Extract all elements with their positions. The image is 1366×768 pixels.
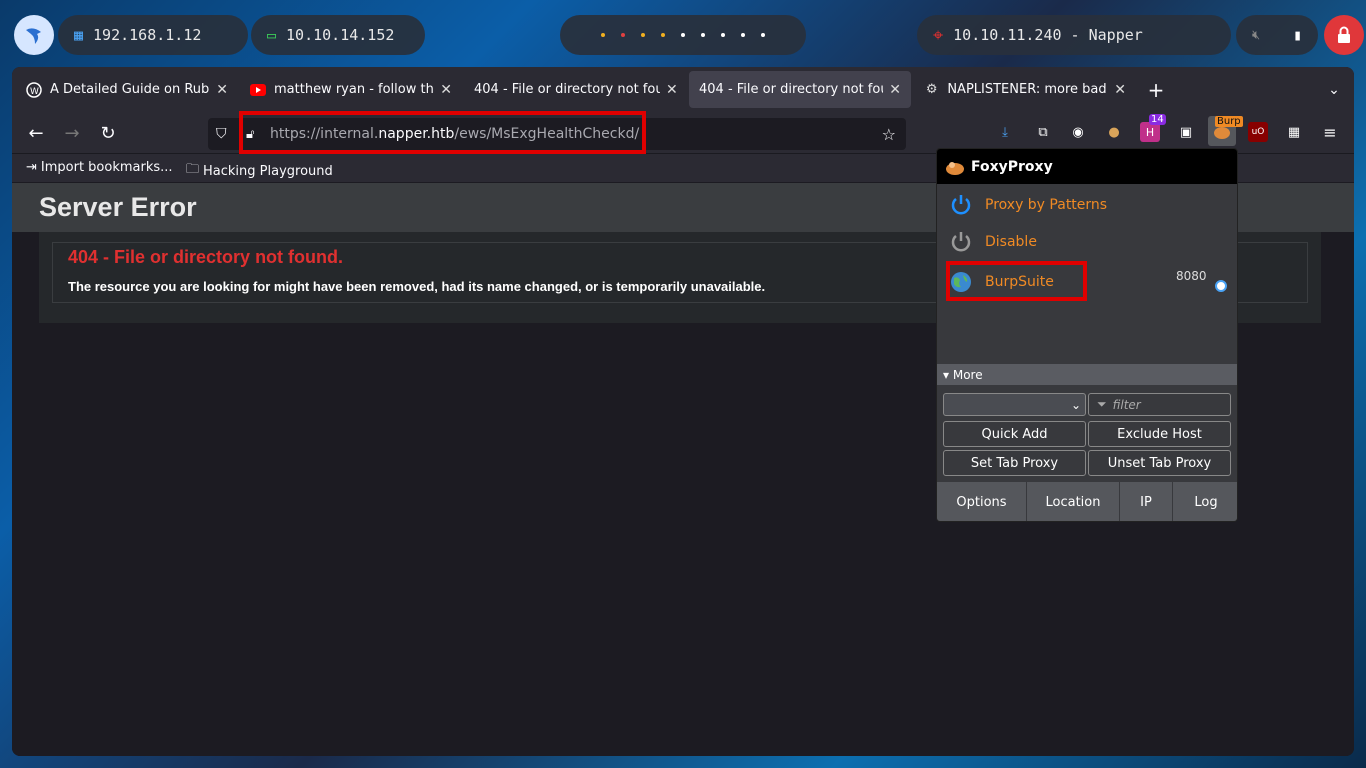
- cookie-icon[interactable]: ●: [1104, 122, 1124, 142]
- page-title: Server Error: [39, 192, 197, 222]
- burpsuite-radio[interactable]: [1215, 280, 1227, 292]
- tab-404-a[interactable]: 404 - File or directory not found. ✕: [464, 71, 688, 108]
- vpn-ip-widget[interactable]: ▭ 10.10.14.152: [251, 15, 425, 55]
- qr-code-icon[interactable]: ▦: [1284, 122, 1304, 142]
- downloads-icon[interactable]: ⤓: [995, 122, 1015, 142]
- exclude-host-button[interactable]: Exclude Host: [1088, 421, 1231, 447]
- popup-title: FoxyProxy: [971, 158, 1053, 175]
- laptop-icon: ▭: [267, 26, 277, 44]
- power-icon: [951, 232, 971, 252]
- tab-404-active[interactable]: 404 - File or directory not found. ✕: [689, 71, 911, 108]
- filter-icon: ⏷: [1097, 397, 1107, 411]
- list-tabs-chevron-icon[interactable]: ⌄: [1322, 78, 1346, 102]
- close-icon[interactable]: ✕: [216, 82, 228, 98]
- quick-add-button[interactable]: Quick Add: [943, 421, 1086, 447]
- vpn-ip-text: 10.10.14.152: [286, 26, 395, 44]
- tab-title: NAPLISTENER: more bad dreams: [947, 82, 1108, 97]
- mode-proxy-by-patterns[interactable]: Proxy by Patterns: [949, 193, 1107, 217]
- extension-badge: 14: [1149, 114, 1166, 125]
- wordpress-icon: W: [26, 81, 42, 98]
- tab-rubeus[interactable]: W A Detailed Guide on Rubeus ✕: [16, 71, 238, 108]
- target-widget[interactable]: ⌖ 10.10.11.240 - Napper: [917, 15, 1231, 55]
- workspace-dots: [601, 33, 765, 37]
- more-toggle[interactable]: ▾ More: [937, 364, 1237, 385]
- mask-extension-icon[interactable]: ◉: [1068, 122, 1088, 142]
- close-icon[interactable]: ✕: [889, 82, 901, 98]
- ip-button[interactable]: IP: [1120, 482, 1173, 521]
- network-icon: ▦: [74, 26, 84, 44]
- tab-title: A Detailed Guide on Rubeus: [50, 82, 210, 97]
- close-icon[interactable]: ✕: [440, 82, 452, 98]
- new-tab-button[interactable]: +: [1144, 78, 1168, 102]
- power-icon: [951, 195, 971, 215]
- burpsuite-highlight-box: [946, 261, 1087, 301]
- import-icon: ⇥: [26, 160, 37, 175]
- kali-logo-icon[interactable]: [14, 15, 54, 55]
- elastic-icon: ⚙: [925, 82, 938, 97]
- target-text: 10.10.11.240 - Napper: [953, 26, 1143, 44]
- bookmark-folder-hacking[interactable]: 🗀︎ Hacking Playground: [186, 160, 333, 182]
- mode-disable[interactable]: Disable: [949, 230, 1037, 254]
- unset-tab-proxy-button[interactable]: Unset Tab Proxy: [1088, 450, 1231, 476]
- options-button[interactable]: Options: [937, 482, 1027, 521]
- youtube-icon: [250, 82, 266, 98]
- location-button[interactable]: Location: [1027, 482, 1120, 521]
- import-bookmarks-link[interactable]: ⇥ Import bookmarks...: [26, 160, 173, 175]
- tab-title: 404 - File or directory not found.: [699, 82, 883, 97]
- set-tab-proxy-button[interactable]: Set Tab Proxy: [943, 450, 1086, 476]
- close-icon[interactable]: ✕: [1114, 82, 1126, 98]
- lock-icon[interactable]: [1324, 15, 1364, 55]
- local-ip-widget[interactable]: ▦ 192.168.1.12: [58, 15, 248, 55]
- desktop-topbar: ▦ 192.168.1.12 ▭ 10.10.14.152 ⌖ 10.10.11…: [0, 0, 1366, 70]
- back-button[interactable]: ←: [24, 121, 48, 145]
- filter-input[interactable]: ⏷ filter: [1088, 393, 1231, 416]
- foxyproxy-logo-icon: [946, 161, 964, 175]
- popup-header: FoxyProxy: [937, 149, 1237, 184]
- proxy-select[interactable]: ⌄: [943, 393, 1086, 416]
- tab-youtube[interactable]: matthew ryan - follow the lead ✕: [240, 71, 462, 108]
- menu-icon[interactable]: ≡: [1320, 122, 1340, 142]
- burp-badge: Burp: [1215, 116, 1243, 127]
- bookmark-star-icon[interactable]: ☆: [882, 125, 896, 144]
- extensions-icon[interactable]: ⧉: [1033, 122, 1053, 142]
- tab-naplistener[interactable]: ⚙ NAPLISTENER: more bad dreams ✕: [914, 71, 1136, 108]
- tab-title: 404 - File or directory not found.: [474, 82, 660, 97]
- forward-button[interactable]: →: [60, 121, 84, 145]
- hackbar-icon[interactable]: H: [1140, 122, 1160, 142]
- burpsuite-port: 8080: [1176, 269, 1207, 283]
- shield-icon[interactable]: ⛉: [216, 126, 227, 142]
- close-icon[interactable]: ✕: [666, 82, 678, 98]
- folder-icon: 🗀︎: [186, 162, 200, 177]
- wappalyzer-icon[interactable]: ▣: [1176, 122, 1196, 142]
- local-ip-text: 192.168.1.12: [93, 26, 202, 44]
- log-button[interactable]: Log: [1173, 482, 1237, 521]
- tab-title: matthew ryan - follow the lead: [274, 82, 434, 97]
- ublock-icon[interactable]: uO: [1248, 122, 1268, 142]
- url-highlight-box: [239, 111, 646, 154]
- mute-icon[interactable]: 🔇︎: [1252, 28, 1260, 43]
- foxyproxy-popup: FoxyProxy Proxy by Patterns Disable Burp…: [936, 148, 1238, 522]
- tab-strip: W A Detailed Guide on Rubeus ✕ matthew r…: [12, 67, 1354, 112]
- reload-button[interactable]: ↻: [96, 121, 120, 145]
- crosshair-icon: ⌖: [933, 24, 944, 46]
- system-tray[interactable]: 🔇︎ ▮: [1236, 15, 1318, 55]
- chevron-down-icon: ⌄: [1070, 397, 1081, 412]
- workspace-switcher[interactable]: [560, 15, 806, 55]
- popup-footer: Options Location IP Log: [937, 482, 1237, 521]
- svg-text:W: W: [30, 87, 39, 97]
- battery-icon: ▮: [1292, 26, 1302, 44]
